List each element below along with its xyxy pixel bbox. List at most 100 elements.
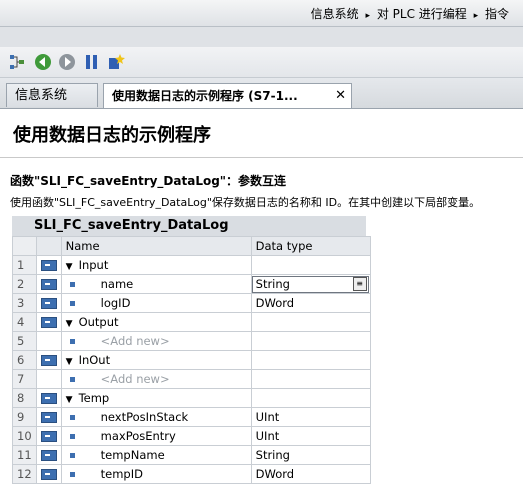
close-icon[interactable]: ✕ [335, 84, 346, 108]
section-name-cell[interactable]: ▼ Temp [60, 388, 252, 408]
data-type-cell[interactable]: UInt [250, 407, 371, 427]
table-row[interactable]: 5 <Add new> [12, 331, 371, 351]
variable-name: Temp [78, 391, 110, 405]
variable-name: Output [78, 315, 119, 329]
row-number: 6 [12, 350, 37, 370]
collapse-arrow-icon[interactable]: ▼ [66, 395, 73, 405]
section-name-cell[interactable]: ▼ InOut [60, 350, 252, 370]
data-type-column-header[interactable]: Data type [250, 236, 371, 256]
parameter-icon [35, 369, 62, 389]
table-row[interactable]: 1 ▼ Input [12, 255, 371, 275]
data-type-value: String [255, 448, 290, 462]
add-new-cell[interactable]: <Add new> [60, 369, 252, 389]
table-row[interactable]: 7 <Add new> [12, 369, 371, 389]
row-number: 4 [12, 312, 37, 332]
row-number: 9 [12, 407, 37, 427]
tab-bar: 信息系统 使用数据日志的示例程序 (S7-1... ✕ [0, 78, 523, 109]
bullet-icon [69, 453, 75, 458]
breadcrumb-separator: ▸ [473, 11, 479, 21]
table-row[interactable]: 10 maxPosEntry UInt [12, 426, 371, 446]
data-type-cell[interactable] [250, 255, 371, 275]
bullet-icon [69, 472, 75, 477]
data-type-cell[interactable]: DWord [250, 464, 371, 484]
section-name-cell[interactable]: ▼ Output [60, 312, 252, 332]
row-number: 7 [12, 369, 37, 389]
row-number: 12 [12, 464, 37, 484]
table-row[interactable]: 8 ▼ Temp [12, 388, 371, 408]
interface-parameter-icon [40, 431, 57, 442]
forward-icon[interactable] [58, 53, 76, 71]
parameter-icon [35, 274, 62, 294]
parameter-icon [35, 388, 62, 408]
variable-name-cell[interactable]: nextPosInStack [60, 407, 252, 427]
data-type-cell[interactable] [250, 312, 371, 332]
breadcrumb-item-plc-programming[interactable]: 对 PLC 进行编程 [377, 7, 467, 21]
variable-name: InOut [78, 353, 111, 367]
interface-parameter-icon [40, 298, 57, 309]
variable-name: Input [78, 258, 109, 272]
parameter-icon [35, 445, 62, 465]
parameter-icon [35, 293, 62, 313]
collapse-arrow-icon[interactable]: ▼ [66, 262, 73, 272]
table-row[interactable]: 2 name String ≡ [12, 274, 371, 294]
data-type-cell[interactable]: String ≡ [250, 274, 371, 294]
table-row[interactable]: 4 ▼ Output [12, 312, 371, 332]
data-type-value: DWord [255, 296, 295, 310]
bullet-icon [69, 415, 75, 420]
data-type-cell[interactable] [250, 350, 371, 370]
variable-name: tempID [100, 467, 143, 481]
parameter-icon [35, 255, 62, 275]
collapse-arrow-icon[interactable]: ▼ [66, 357, 73, 367]
collapse-arrow-icon[interactable]: ▼ [66, 319, 73, 329]
icon-column-header [35, 236, 62, 256]
row-number-header [12, 236, 37, 256]
table-row[interactable]: 9 nextPosInStack UInt [12, 407, 371, 427]
data-type-cell[interactable]: UInt [250, 426, 371, 446]
variable-name: logID [100, 296, 131, 310]
breadcrumb-item-instructions[interactable]: 指令 [485, 7, 509, 21]
variable-name-cell[interactable]: tempName [60, 445, 252, 465]
table-row[interactable]: 12 tempID DWord [12, 464, 371, 484]
table-row[interactable]: 3 logID DWord [12, 293, 371, 313]
row-number: 11 [12, 445, 37, 465]
variable-name-cell[interactable]: tempID [60, 464, 252, 484]
data-type-cell[interactable] [250, 331, 371, 351]
add-new-cell[interactable]: <Add new> [60, 331, 252, 351]
row-number: 3 [12, 293, 37, 313]
row-number: 2 [12, 274, 37, 294]
name-column-header[interactable]: Name [60, 236, 252, 256]
data-type-value: String [255, 277, 290, 291]
parameter-icon [35, 350, 62, 370]
parameter-icon [35, 407, 62, 427]
section-name-cell[interactable]: ▼ Input [60, 255, 252, 275]
type-picker-button[interactable]: ≡ [352, 277, 367, 291]
data-type-cell[interactable] [250, 369, 371, 389]
data-type-value: DWord [255, 467, 295, 481]
section-heading: 函数"SLI_FC_saveEntry_DataLog"：参数互连 [10, 174, 287, 188]
page-title: 使用数据日志的示例程序 [13, 125, 211, 146]
interface-parameter-icon [40, 279, 57, 290]
favorite-add-icon[interactable] [107, 53, 125, 71]
breadcrumb-item-info-system[interactable]: 信息系统 [311, 7, 359, 21]
block-interface-title: SLI_FC_saveEntry_DataLog [12, 216, 366, 236]
table-row[interactable]: 6 ▼ InOut [12, 350, 371, 370]
interface-parameter-icon [40, 393, 57, 404]
interface-parameter-icon [40, 355, 57, 366]
variable-name-cell[interactable]: name [60, 274, 252, 294]
interface-parameter-icon [40, 412, 57, 423]
hierarchy-icon[interactable] [8, 53, 26, 71]
bookmark-icon[interactable] [83, 53, 101, 71]
tab-example-program[interactable]: 使用数据日志的示例程序 (S7-1... ✕ [103, 83, 352, 108]
table-row[interactable]: 11 tempName String [12, 445, 371, 465]
tab-info-system[interactable]: 信息系统 [6, 83, 98, 107]
bullet-icon [69, 377, 75, 382]
bottom-strip [0, 490, 523, 498]
data-type-cell[interactable] [250, 388, 371, 408]
data-type-cell[interactable]: String [250, 445, 371, 465]
back-icon[interactable] [34, 53, 52, 71]
variable-name-cell[interactable]: maxPosEntry [60, 426, 252, 446]
add-new-label: <Add new> [100, 334, 170, 348]
variable-name-cell[interactable]: logID [60, 293, 252, 313]
data-type-cell[interactable]: DWord [250, 293, 371, 313]
bullet-icon [69, 301, 75, 306]
